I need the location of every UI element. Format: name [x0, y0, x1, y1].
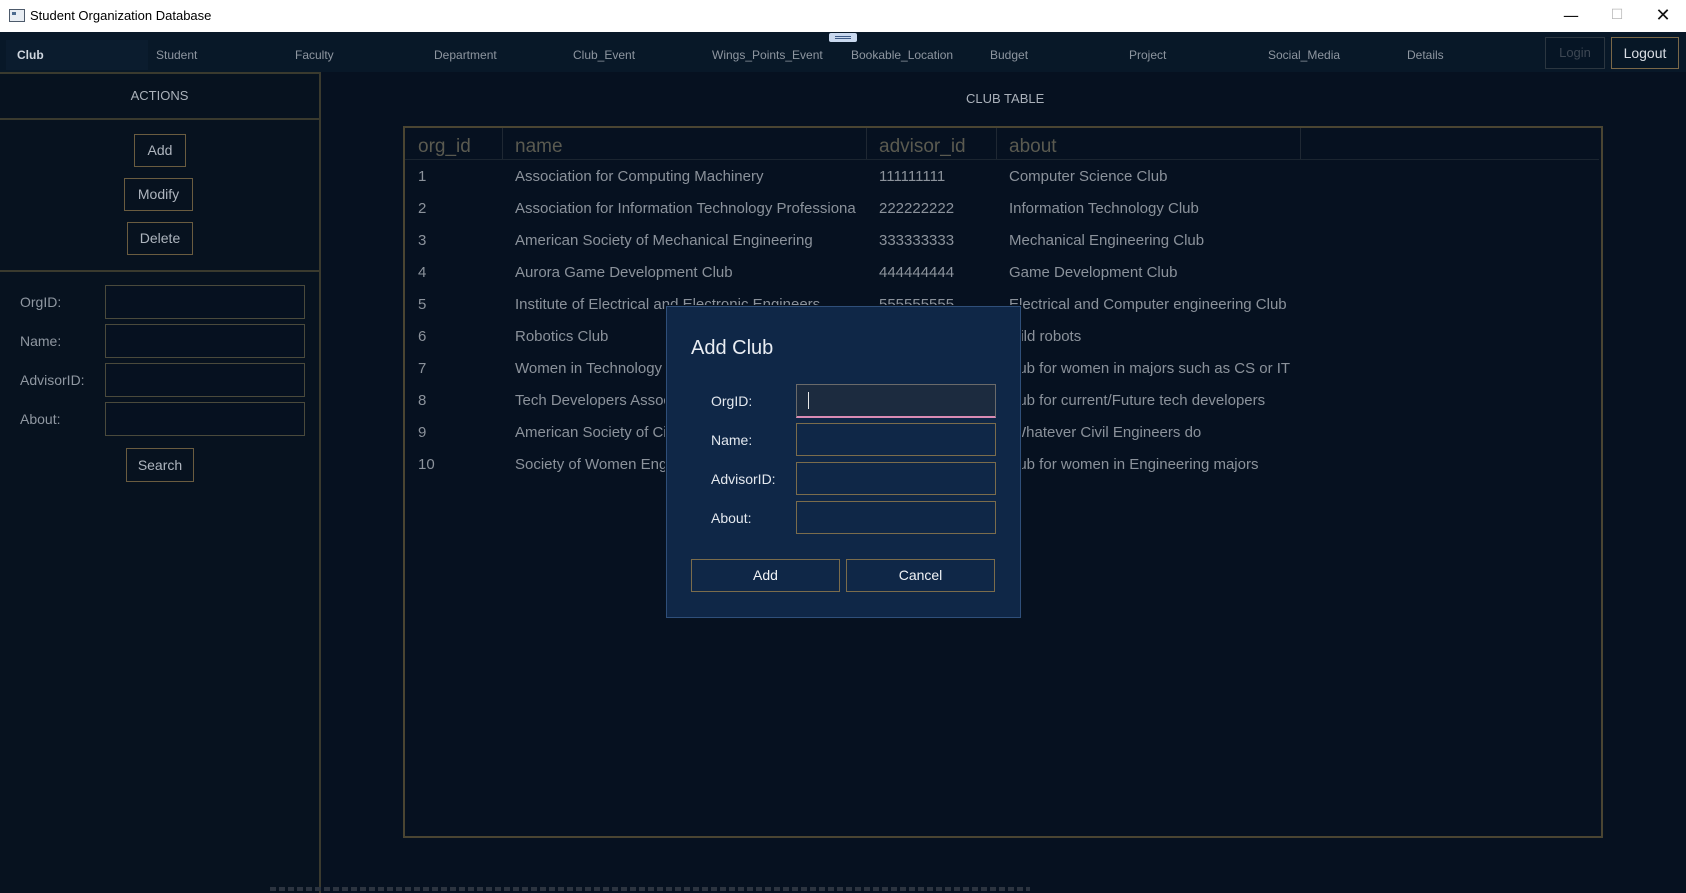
- about-label: About:: [20, 411, 61, 427]
- add-button[interactable]: Add: [134, 134, 186, 167]
- dialog-title: Add Club: [691, 337, 774, 359]
- minimize-button[interactable]: —: [1548, 0, 1594, 32]
- window-title: Student Organization Database: [30, 8, 212, 23]
- column-divider: [1300, 128, 1301, 160]
- dialog-cancel-button[interactable]: Cancel: [846, 559, 995, 592]
- actions-header: ACTIONS: [0, 72, 319, 120]
- column-header-name[interactable]: name: [515, 136, 563, 158]
- cell-org-id: 4: [418, 264, 427, 281]
- cell-about: Electrical and Computer engineering Club: [1009, 296, 1287, 313]
- cell-org-id: 6: [418, 328, 427, 345]
- cell-about: uild robots: [1012, 328, 1082, 345]
- column-header-org-id[interactable]: org_id: [418, 136, 471, 158]
- dialog-orgid-input[interactable]: [796, 384, 996, 418]
- cell-advisor-id: 111111111: [879, 168, 946, 185]
- column-divider: [502, 128, 503, 160]
- cell-about: Computer Science Club: [1009, 168, 1168, 185]
- tab-faculty[interactable]: Faculty: [295, 48, 334, 62]
- dialog-add-button[interactable]: Add: [691, 559, 840, 592]
- tab-budget[interactable]: Budget: [990, 48, 1028, 62]
- dialog-about-input[interactable]: [796, 501, 996, 534]
- cell-org-id: 9: [418, 424, 427, 441]
- cell-advisor-id: 222222222: [879, 200, 955, 217]
- about-search-input[interactable]: [105, 402, 305, 436]
- dialog-advisorid-label: AdvisorID:: [711, 471, 776, 487]
- cell-org-id: 3: [418, 232, 427, 249]
- cell-advisor-id: 333333333: [879, 232, 955, 249]
- modify-button[interactable]: Modify: [124, 178, 193, 211]
- dialog-orgid-label: OrgID:: [711, 393, 753, 409]
- search-button[interactable]: Search: [126, 448, 194, 482]
- tab-social-media[interactable]: Social_Media: [1268, 48, 1340, 62]
- tab-student[interactable]: Student: [156, 48, 197, 62]
- logout-button[interactable]: Logout: [1611, 37, 1679, 69]
- tab-bookable-location[interactable]: Bookable_Location: [851, 48, 953, 62]
- dialog-about-label: About:: [711, 510, 752, 526]
- cell-about: Whatever Civil Engineers do: [1012, 424, 1202, 441]
- column-divider: [866, 128, 867, 160]
- close-button[interactable]: ✕: [1640, 0, 1686, 32]
- panel-divider: [0, 270, 319, 272]
- cell-about: lub for women in Engineering majors: [1015, 456, 1259, 473]
- advisorid-label: AdvisorID:: [20, 372, 85, 388]
- cell-org-id: 10: [418, 456, 435, 473]
- column-divider: [996, 128, 997, 160]
- orgid-search-input[interactable]: [105, 285, 305, 319]
- cell-about: Information Technology Club: [1009, 200, 1199, 217]
- cell-about: lub for women in majors such as CS or IT: [1015, 360, 1291, 377]
- window-title-bar: Student Organization Database — ☐ ✕: [0, 0, 1686, 33]
- name-search-input[interactable]: [105, 324, 305, 358]
- cell-name: Association for Computing Machinery: [515, 168, 764, 185]
- name-label: Name:: [20, 333, 62, 349]
- tab-club-event[interactable]: Club_Event: [573, 48, 635, 62]
- table-title: CLUB TABLE: [966, 91, 1045, 106]
- cell-name: American Society of Mechanical Engineeri…: [515, 232, 813, 249]
- cell-name: Association for Information Technology P…: [515, 200, 856, 217]
- cell-org-id: 1: [418, 168, 427, 185]
- dialog-name-input[interactable]: [796, 423, 996, 456]
- column-header-advisor-id[interactable]: advisor_id: [879, 136, 966, 158]
- app-icon: [9, 9, 25, 22]
- advisorid-search-input[interactable]: [105, 363, 305, 397]
- tab-wings-points-event[interactable]: Wings_Points_Event: [712, 48, 823, 62]
- text-caret: [808, 392, 809, 409]
- cell-about: lub for current/Future tech developers: [1015, 392, 1266, 409]
- tab-details[interactable]: Details: [1407, 48, 1444, 62]
- add-club-dialog: Add Club OrgID: Name: AdvisorID: About: …: [666, 306, 1021, 618]
- actions-panel: ACTIONS Add Modify Delete OrgID: Name: A…: [0, 72, 321, 893]
- cell-org-id: 8: [418, 392, 427, 409]
- tab-club[interactable]: Club: [17, 48, 44, 62]
- cell-org-id: 7: [418, 360, 427, 377]
- cell-org-id: 5: [418, 296, 427, 313]
- header-divider: [405, 159, 1599, 160]
- cell-advisor-id: 444444444: [879, 264, 955, 281]
- cell-org-id: 2: [418, 200, 427, 217]
- dialog-advisorid-input[interactable]: [796, 462, 996, 495]
- status-strip: [270, 887, 1030, 891]
- tab-department[interactable]: Department: [434, 48, 497, 62]
- orgid-label: OrgID:: [20, 294, 62, 310]
- maximize-button[interactable]: ☐: [1594, 0, 1640, 32]
- cell-about: Game Development Club: [1009, 264, 1178, 281]
- dialog-name-label: Name:: [711, 432, 753, 448]
- cell-name: Aurora Game Development Club: [515, 264, 733, 281]
- column-header-about[interactable]: about: [1009, 136, 1057, 158]
- login-button[interactable]: Login: [1545, 37, 1605, 69]
- cell-about: Mechanical Engineering Club: [1009, 232, 1205, 249]
- delete-button[interactable]: Delete: [127, 222, 193, 255]
- drag-grip-icon[interactable]: [829, 33, 857, 42]
- tab-project[interactable]: Project: [1129, 48, 1166, 62]
